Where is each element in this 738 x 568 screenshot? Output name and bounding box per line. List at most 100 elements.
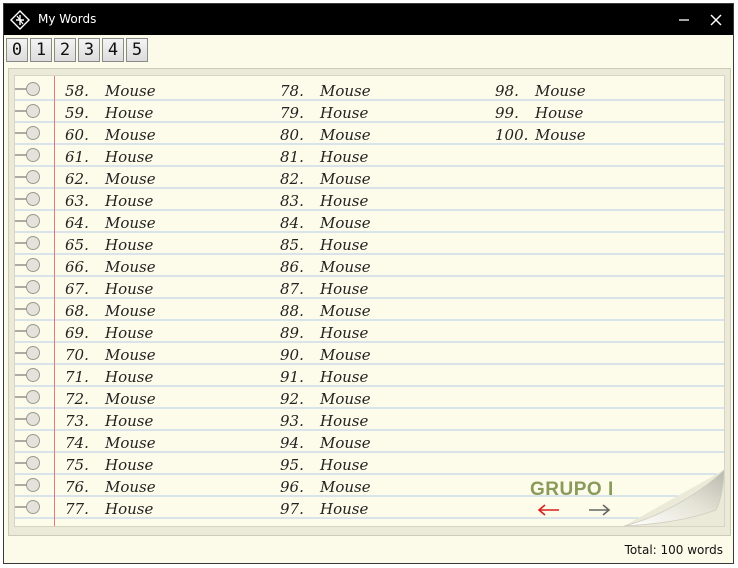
word-number: 61.: [65, 148, 89, 166]
word-number: 96.: [280, 478, 304, 496]
list-item[interactable]: 58. Mouse: [65, 80, 156, 102]
word-number: 69.: [65, 324, 89, 342]
list-item[interactable]: 98. Mouse: [495, 80, 586, 102]
list-item[interactable]: 88. Mouse: [280, 300, 371, 322]
list-item[interactable]: 60. Mouse: [65, 124, 156, 146]
word-number: 97.: [280, 500, 304, 518]
word-text: Mouse: [535, 82, 586, 100]
word-number: 100.: [495, 126, 529, 144]
word-text: House: [105, 148, 154, 166]
word-text: Mouse: [320, 434, 371, 452]
title-bar[interactable]: My Words: [4, 4, 733, 35]
list-item[interactable]: 99. House: [495, 102, 583, 124]
list-item[interactable]: 75. House: [65, 454, 153, 476]
list-item[interactable]: 89. House: [280, 322, 368, 344]
list-item[interactable]: 71. House: [65, 366, 153, 388]
binder-ring-icon: [15, 302, 40, 316]
list-item[interactable]: 83. House: [280, 190, 368, 212]
list-item[interactable]: 74. Mouse: [65, 432, 156, 454]
page-curl-icon: [624, 470, 724, 526]
word-number: 78.: [280, 82, 304, 100]
word-text: Mouse: [320, 390, 371, 408]
list-item[interactable]: 76. Mouse: [65, 476, 156, 498]
tab-4[interactable]: 4: [102, 38, 124, 62]
word-number: 62.: [65, 170, 89, 188]
binder-ring-icon: [15, 434, 40, 448]
list-item[interactable]: 86. Mouse: [280, 256, 371, 278]
tab-3[interactable]: 3: [78, 38, 100, 62]
word-number: 75.: [65, 456, 89, 474]
list-item[interactable]: 65. House: [65, 234, 153, 256]
list-item[interactable]: 97. House: [280, 498, 368, 520]
list-item[interactable]: 67. House: [65, 278, 153, 300]
list-item[interactable]: 84. Mouse: [280, 212, 371, 234]
word-text: Mouse: [320, 478, 371, 496]
list-item[interactable]: 80. Mouse: [280, 124, 371, 146]
word-number: 59.: [65, 104, 89, 122]
tab-2[interactable]: 2: [54, 38, 76, 62]
binder-ring-icon: [15, 412, 40, 426]
tab-1[interactable]: 1: [30, 38, 52, 62]
binder-ring-icon: [15, 104, 40, 118]
close-button[interactable]: [701, 4, 731, 35]
binder-ring-icon: [15, 236, 40, 250]
list-item[interactable]: 90. Mouse: [280, 344, 371, 366]
word-number: 80.: [280, 126, 304, 144]
word-text: Mouse: [105, 126, 156, 144]
list-item[interactable]: 63. House: [65, 190, 153, 212]
list-item[interactable]: 69. House: [65, 322, 153, 344]
binder-ring-icon: [15, 456, 40, 470]
list-item[interactable]: 73. House: [65, 410, 153, 432]
word-number: 92.: [280, 390, 304, 408]
tab-0[interactable]: 0: [6, 38, 28, 62]
list-item[interactable]: 85. House: [280, 234, 368, 256]
list-item[interactable]: 100. Mouse: [495, 124, 586, 146]
word-number: 89.: [280, 324, 304, 342]
list-item[interactable]: 93. House: [280, 410, 368, 432]
word-text: House: [320, 368, 369, 386]
word-text: Mouse: [105, 390, 156, 408]
word-text: Mouse: [320, 302, 371, 320]
word-number: 67.: [65, 280, 89, 298]
list-item[interactable]: 94. Mouse: [280, 432, 371, 454]
list-item[interactable]: 91. House: [280, 366, 368, 388]
list-item[interactable]: 70. Mouse: [65, 344, 156, 366]
list-item[interactable]: 61. House: [65, 146, 153, 168]
word-text: House: [105, 456, 154, 474]
word-text: Mouse: [105, 478, 156, 496]
word-text: House: [320, 236, 369, 254]
word-number: 93.: [280, 412, 304, 430]
word-text: House: [320, 324, 369, 342]
word-text: House: [105, 104, 154, 122]
list-item[interactable]: 59. House: [65, 102, 153, 124]
list-item[interactable]: 64. Mouse: [65, 212, 156, 234]
word-number: 88.: [280, 302, 304, 320]
minimize-button[interactable]: [669, 4, 699, 35]
word-text: House: [105, 412, 154, 430]
list-item[interactable]: 87. House: [280, 278, 368, 300]
binder-ring-icon: [15, 346, 40, 360]
word-number: 84.: [280, 214, 304, 232]
list-item[interactable]: 68. Mouse: [65, 300, 156, 322]
arrow-right-icon[interactable]: [586, 503, 612, 517]
word-text: House: [320, 192, 369, 210]
list-item[interactable]: 62. Mouse: [65, 168, 156, 190]
list-item[interactable]: 79. House: [280, 102, 368, 124]
binder-ring-icon: [15, 478, 40, 492]
list-item[interactable]: 66. Mouse: [65, 256, 156, 278]
list-item[interactable]: 77. House: [65, 498, 153, 520]
close-icon: [710, 14, 722, 25]
list-item[interactable]: 78. Mouse: [280, 80, 371, 102]
list-item[interactable]: 95. House: [280, 454, 368, 476]
word-number: 98.: [495, 82, 519, 100]
list-item[interactable]: 81. House: [280, 146, 368, 168]
binder-ring-icon: [15, 280, 40, 294]
word-number: 64.: [65, 214, 89, 232]
list-item[interactable]: 96. Mouse: [280, 476, 371, 498]
app-logo-icon: [10, 10, 30, 30]
tab-5[interactable]: 5: [126, 38, 148, 62]
list-item[interactable]: 72. Mouse: [65, 388, 156, 410]
arrow-left-icon[interactable]: [536, 503, 562, 517]
list-item[interactable]: 82. Mouse: [280, 168, 371, 190]
list-item[interactable]: 92. Mouse: [280, 388, 371, 410]
